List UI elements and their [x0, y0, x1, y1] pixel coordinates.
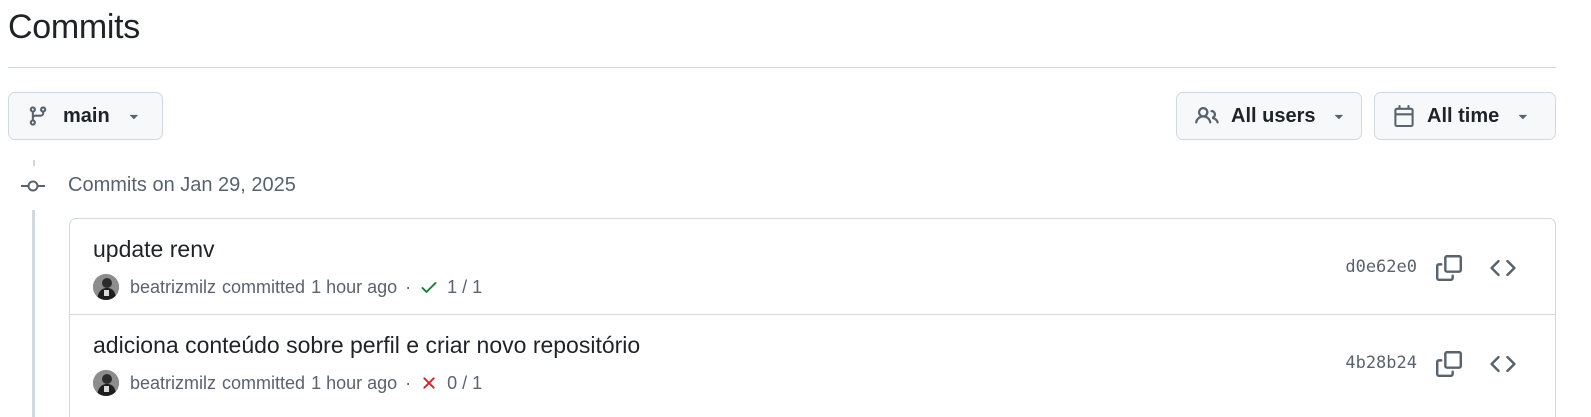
git-commit-icon — [21, 180, 45, 192]
commits-page: Commits main All users All time Commits … — [0, 0, 1591, 417]
branch-label: main — [63, 104, 110, 127]
users-filter-button[interactable]: All users — [1176, 92, 1362, 140]
branch-selector-button[interactable]: main — [8, 92, 163, 140]
commit-action: committed — [222, 276, 306, 297]
meta-separator: · — [405, 276, 412, 297]
caret-down-icon — [1335, 114, 1344, 120]
commit-author-link[interactable]: beatrizmilz — [130, 277, 216, 298]
time-filter-label: All time — [1427, 104, 1500, 127]
avatar[interactable] — [93, 370, 119, 396]
git-branch-icon — [29, 106, 47, 126]
check-count: 0 / 1 — [447, 372, 483, 393]
copy-sha-button[interactable] — [1433, 348, 1465, 380]
commit-group-heading: Commits on Jan 29, 2025 — [68, 174, 296, 196]
copy-sha-button[interactable] — [1433, 252, 1465, 284]
browse-repo-button[interactable] — [1487, 348, 1519, 380]
copy-icon — [1436, 351, 1462, 377]
commit-time: 1 hour ago — [311, 276, 398, 297]
meta-separator: · — [405, 372, 412, 393]
x-icon — [423, 377, 435, 389]
timeline-connector — [33, 160, 35, 166]
avatar[interactable] — [93, 274, 119, 300]
commit-title-link[interactable]: adiciona conteúdo sobre perfil e criar n… — [93, 332, 640, 359]
commit-meta: beatrizmilz committed 1 hour ago · 0 / 1 — [93, 369, 482, 397]
people-icon — [1195, 106, 1219, 124]
copy-icon — [1436, 255, 1462, 281]
commit-row: update renv beatrizmilz committed 1 hour… — [70, 219, 1555, 315]
users-filter-label: All users — [1231, 104, 1316, 127]
check-count: 1 / 1 — [447, 276, 483, 297]
commit-author-link[interactable]: beatrizmilz — [130, 373, 216, 394]
commit-sha-link[interactable]: 4b28b24 — [1345, 353, 1417, 373]
caret-down-icon — [1519, 114, 1528, 120]
commit-title-link[interactable]: update renv — [93, 236, 214, 263]
code-icon — [1490, 259, 1516, 277]
browse-repo-button[interactable] — [1487, 252, 1519, 284]
title-divider — [8, 67, 1556, 68]
commit-meta: beatrizmilz committed 1 hour ago · 1 / 1 — [93, 273, 482, 301]
page-title: Commits — [8, 8, 141, 46]
commit-action: committed — [222, 372, 306, 393]
time-filter-button[interactable]: All time — [1374, 92, 1556, 140]
commit-time: 1 hour ago — [311, 372, 398, 393]
check-status[interactable]: 1 / 1 — [419, 277, 482, 298]
timeline-line — [32, 210, 35, 417]
commit-sha-link[interactable]: d0e62e0 — [1345, 257, 1417, 277]
check-status[interactable]: 0 / 1 — [419, 373, 482, 394]
commit-list: update renv beatrizmilz committed 1 hour… — [69, 218, 1556, 417]
code-icon — [1490, 355, 1516, 373]
check-icon — [421, 282, 437, 293]
commit-row: adiciona conteúdo sobre perfil e criar n… — [70, 315, 1555, 411]
caret-down-icon — [129, 114, 138, 120]
calendar-icon — [1394, 105, 1414, 127]
